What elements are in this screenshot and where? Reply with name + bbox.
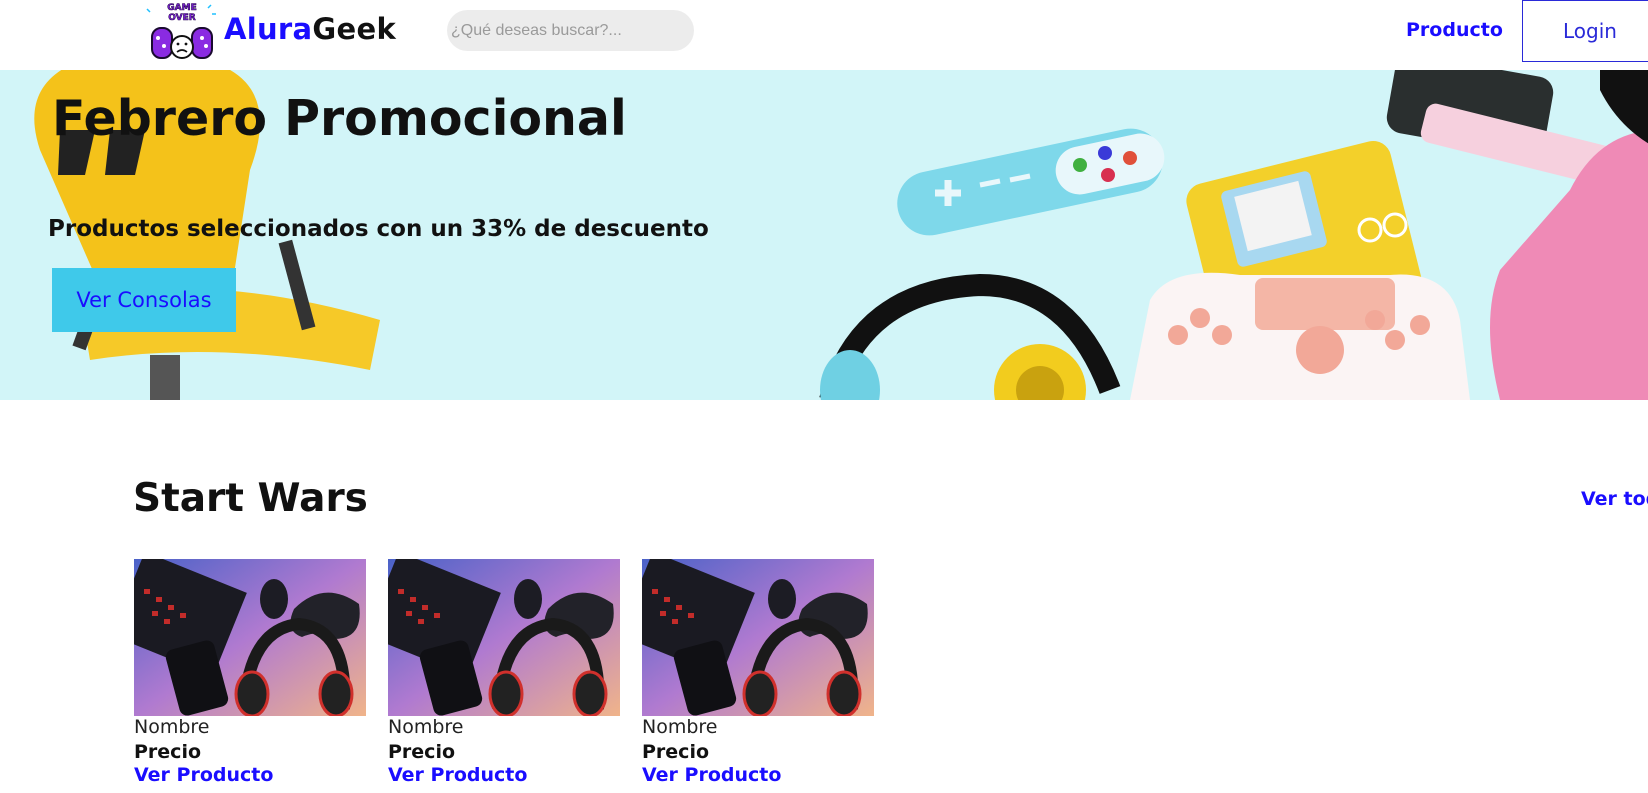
top-header: GAME OVER AluraGeek Producto Login [0, 0, 1648, 70]
product-name: Nombre [134, 716, 210, 738]
product-image[interactable] [388, 559, 620, 716]
banner-subtitle: Productos seleccionados con un 33% de de… [48, 216, 709, 242]
ver-consolas-button[interactable]: Ver Consolas [52, 268, 236, 332]
nav-link-producto[interactable]: Producto [1406, 19, 1503, 41]
product-image[interactable] [134, 559, 366, 716]
pink-gamepad-icon [1130, 272, 1470, 400]
game-over-logo[interactable]: GAME OVER [146, 0, 218, 62]
ver-producto-link[interactable]: Ver Producto [642, 764, 781, 786]
brand-name[interactable]: AluraGeek [224, 12, 396, 46]
ver-producto-link[interactable]: Ver Producto [134, 764, 273, 786]
headphones-icon [819, 273, 1121, 400]
section-title: Start Wars [133, 476, 368, 521]
search-input[interactable] [447, 10, 694, 51]
product-price: Precio [134, 741, 202, 763]
ver-todo-link[interactable]: Ver todo [1581, 488, 1648, 510]
svg-text:GAME: GAME [167, 3, 196, 13]
promo-banner: Febrero Promocional Productos selecciona… [0, 70, 1648, 400]
product-name: Nombre [388, 716, 464, 738]
login-button[interactable]: Login [1522, 0, 1648, 62]
ver-producto-link[interactable]: Ver Producto [388, 764, 527, 786]
banner-title: Febrero Promocional [52, 90, 627, 147]
retro-gamepad-icon [897, 128, 1165, 236]
brand-name-part2: Geek [312, 12, 397, 46]
svg-text:OVER: OVER [168, 13, 196, 23]
product-price: Precio [642, 741, 710, 763]
product-name: Nombre [642, 716, 718, 738]
brand-name-part1: Alura [224, 12, 313, 46]
product-price: Precio [388, 741, 456, 763]
product-image[interactable] [642, 559, 874, 716]
